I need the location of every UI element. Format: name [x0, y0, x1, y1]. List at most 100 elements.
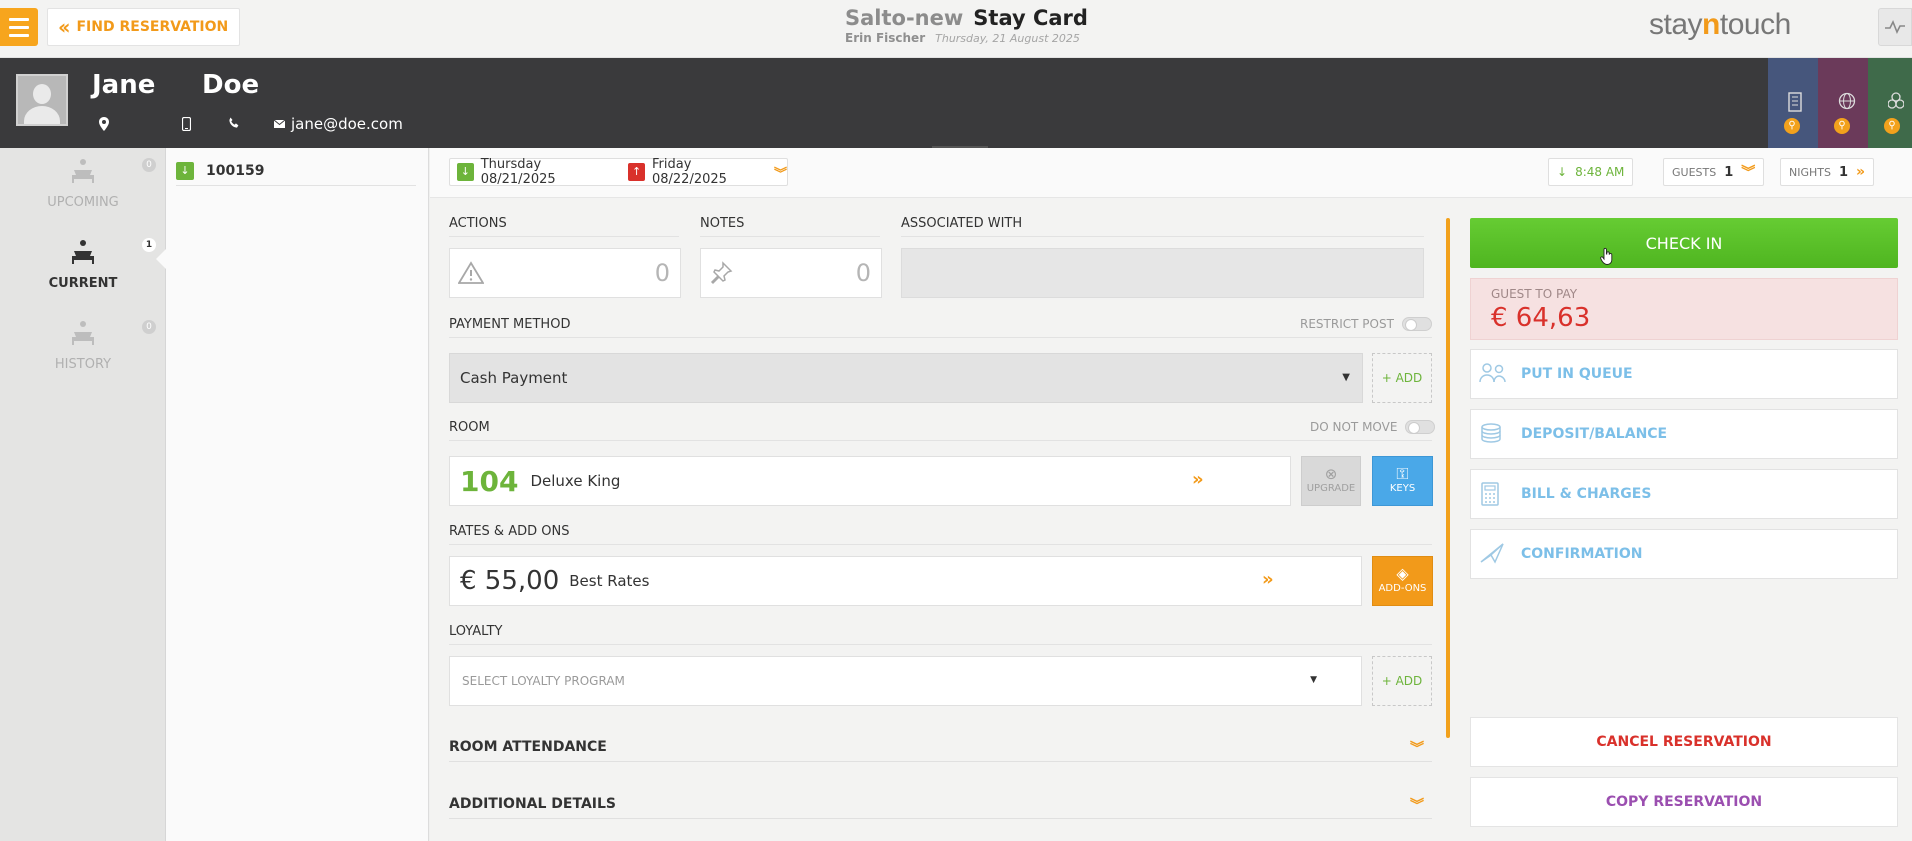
loyalty-placeholder: SELECT LOYALTY PROGRAM [462, 674, 625, 688]
section-divider [449, 236, 679, 237]
room-attendance-toggle[interactable]: ROOM ATTENDANCE ︾ [449, 732, 1432, 762]
add-payment-label: + ADD [1381, 371, 1423, 385]
do-not-move-toggle[interactable] [1405, 420, 1436, 434]
add-loyalty-label: + ADD [1381, 674, 1423, 688]
chevron-down-double-icon: ︾ [1741, 165, 1756, 181]
do-not-move-toggle-wrap: DO NOT MOVE [1310, 420, 1436, 434]
find-reservation-button[interactable]: ‹‹ FIND RESERVATION [47, 8, 240, 46]
reservation-timeline-nav: UPCOMING 0 CURRENT 1 HISTORY 0 [0, 148, 167, 841]
restrict-post-label: RESTRICT POST [1300, 317, 1394, 331]
menu-icon-line [9, 33, 29, 37]
travel-agent-card[interactable]: ⚲ [1818, 58, 1868, 148]
nav-current-count: 1 [142, 238, 156, 252]
building-icon [1788, 92, 1802, 112]
notes-box[interactable]: 0 [700, 248, 882, 298]
cancel-reservation-label: CANCEL RESERVATION [1596, 734, 1772, 750]
guest-first-name[interactable]: Jane [92, 70, 155, 100]
location-pin-icon[interactable] [98, 117, 110, 135]
additional-details-toggle[interactable]: ADDITIONAL DETAILS ︾ [449, 789, 1432, 819]
search-icon[interactable]: ⚲ [1834, 118, 1850, 134]
guest-to-pay-box: GUEST TO PAY € 64,63 [1470, 278, 1898, 340]
check-in-label: CHECK IN [1645, 233, 1723, 253]
guest-avatar[interactable] [16, 74, 68, 126]
reservation-list: ↓ 100159 [166, 148, 429, 841]
nights-button[interactable]: NIGHTS 1 » [1780, 158, 1875, 186]
nav-history-count: 0 [142, 320, 156, 334]
nav-upcoming-count: 0 [142, 158, 156, 172]
add-loyalty-button[interactable]: + ADD [1372, 656, 1432, 706]
guests-button[interactable]: GUESTS 1 ︾ [1663, 158, 1765, 186]
add-payment-button[interactable]: + ADD [1372, 353, 1432, 403]
top-bar: ‹‹ FIND RESERVATION Salto-new Stay Card E… [0, 0, 1912, 58]
cancel-reservation-button[interactable]: CANCEL RESERVATION [1470, 717, 1898, 767]
stay-dates-button[interactable]: ↓ Thursday 08/21/2025 ↑ Friday 08/22/202… [449, 157, 788, 187]
bill-charges-button[interactable]: BILL & CHARGES [1470, 469, 1898, 519]
section-divider [901, 236, 1424, 237]
search-icon[interactable]: ⚲ [1884, 118, 1900, 134]
upgrade-button[interactable]: ⊗ UPGRADE [1301, 456, 1361, 506]
guests-value: 1 [1724, 164, 1734, 180]
title-line: Salto-new Stay Card [845, 6, 1088, 30]
rates-label: RATES & ADD ONS [449, 524, 570, 539]
keys-button[interactable]: ⚿ KEYS [1372, 456, 1433, 506]
payment-method-select[interactable]: Cash Payment ▼ [449, 353, 1363, 403]
nav-upcoming-label: UPCOMING [47, 195, 119, 210]
guest-to-pay-label: GUEST TO PAY [1491, 287, 1578, 301]
group-icon [1888, 92, 1904, 109]
guest-last-name[interactable]: Doe [202, 70, 259, 100]
activity-pulse-button[interactable] [1878, 8, 1912, 46]
arrival-arrow-icon: ↓ [176, 161, 194, 180]
guests-label: GUESTS [1672, 165, 1717, 179]
nights-value: 1 [1838, 164, 1849, 180]
restrict-post-toggle[interactable] [1401, 317, 1432, 331]
hand-cursor-icon [1600, 247, 1613, 265]
stay-dates-bar: ↓ Thursday 08/21/2025 ↑ Friday 08/22/202… [430, 148, 1912, 198]
chevron-right-double-icon: » [1192, 469, 1204, 490]
queue-people-icon [1479, 362, 1509, 390]
rate-selector[interactable]: € 55,00 Best Rates » [449, 556, 1362, 606]
arrival-time-button[interactable]: ↓ 8:48 AM [1548, 158, 1634, 186]
actions-count: 0 [654, 259, 670, 287]
avatar-body-shape [24, 106, 60, 124]
chevron-right-double-icon: » [1262, 569, 1274, 590]
loyalty-program-select[interactable]: SELECT LOYALTY PROGRAM ▼ [449, 656, 1362, 706]
deposit-balance-button[interactable]: DEPOSIT/BALANCE [1470, 409, 1898, 459]
guest-email[interactable]: jane@doe.com [274, 115, 403, 133]
calculator-icon [1479, 482, 1501, 512]
reservation-list-item[interactable]: ↓ 100159 [176, 156, 416, 186]
phone-icon[interactable] [228, 117, 240, 133]
bed-current-icon [0, 237, 166, 274]
deposit-balance-label: DEPOSIT/BALANCE [1521, 426, 1668, 442]
chevron-down-double-icon: ︾ [773, 166, 787, 182]
room-number: 104 [460, 464, 519, 498]
guest-email-text: jane@doe.com [291, 115, 403, 133]
guest-card[interactable]: ⚲ [1768, 58, 1818, 148]
group-card[interactable]: ⚲ [1868, 58, 1912, 148]
check-in-button[interactable]: CHECK IN [1470, 218, 1898, 268]
notes-count: 0 [855, 259, 871, 287]
associated-with-box[interactable] [901, 248, 1424, 298]
actions-label: ACTIONS [449, 216, 507, 231]
put-in-queue-button[interactable]: PUT IN QUEUE [1470, 349, 1898, 399]
actions-box[interactable]: 0 [449, 248, 681, 298]
keys-label: KEYS [1389, 483, 1416, 494]
guest-header: Jane Doe jane@doe.com ⚲ ⚲ ⚲ [0, 58, 1912, 148]
pulse-icon [1885, 20, 1905, 34]
add-ons-button[interactable]: ◈ ADD-ONS [1372, 556, 1433, 606]
arrival-arrow-icon: ↓ [457, 163, 474, 181]
page-heading: Salto-new Stay Card Erin Fischer Thursday,… [845, 6, 1088, 45]
search-icon[interactable]: ⚲ [1784, 118, 1800, 134]
bed-upcoming-icon [0, 156, 166, 193]
confirmation-button[interactable]: CONFIRMATION [1470, 529, 1898, 579]
arrival-time-arrow-icon: ↓ [1557, 165, 1568, 179]
mobile-phone-icon[interactable] [181, 116, 192, 135]
logo-part: stay [1649, 8, 1703, 41]
room-selector[interactable]: 104 Deluxe King » [449, 456, 1291, 506]
stay-card-main: ↓ Thursday 08/21/2025 ↑ Friday 08/22/202… [430, 148, 1912, 841]
copy-reservation-button[interactable]: COPY RESERVATION [1470, 777, 1898, 827]
reservation-number: 100159 [206, 162, 265, 179]
notes-label: NOTES [700, 216, 745, 231]
chevron-down-double-icon: ︾ [1410, 741, 1424, 757]
hamburger-menu-button[interactable] [0, 8, 38, 46]
avatar-head-shape [33, 84, 51, 104]
